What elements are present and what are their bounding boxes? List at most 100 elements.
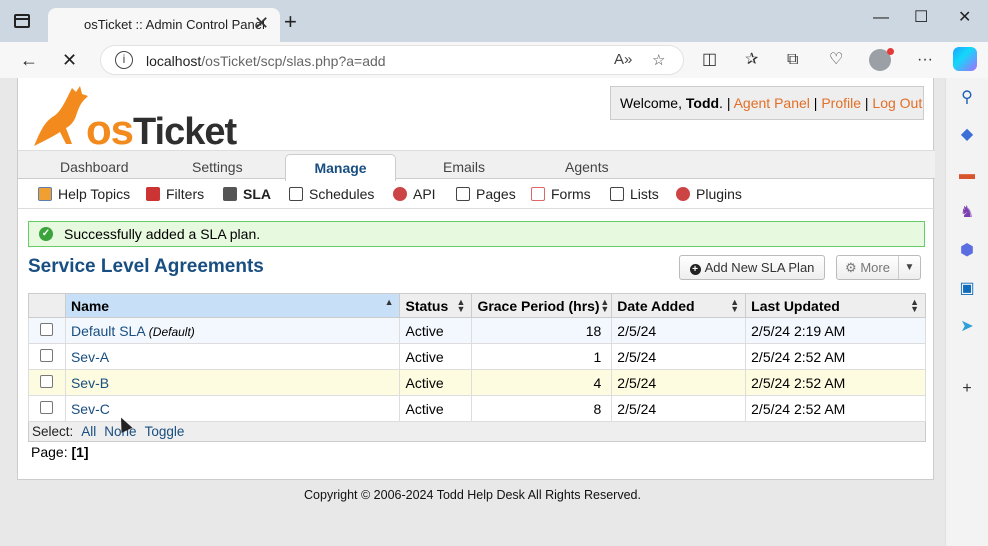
page-footer: Copyright © 2006-2024 Todd Help Desk All… xyxy=(304,488,641,502)
new-tab-icon[interactable]: + xyxy=(284,11,297,33)
tools-icon[interactable]: ▬ xyxy=(956,164,978,186)
sla-name-link[interactable]: Sev-A xyxy=(71,349,109,365)
user-name: Todd xyxy=(685,95,720,111)
tab-agents[interactable]: Agents xyxy=(565,159,609,175)
row-date-added: 2/5/24 xyxy=(611,395,747,422)
url-path: /osTicket/scp/slas.php?a=add xyxy=(201,53,386,69)
split-screen-icon[interactable]: ◫ xyxy=(702,51,717,69)
site-info-icon[interactable]: i xyxy=(115,51,133,69)
outlook-icon[interactable]: ▣ xyxy=(956,278,978,300)
browser-tabstrip: osTicket :: Admin Control Panel ✕ + — ☐ … xyxy=(0,0,988,42)
header-grace-period[interactable]: Grace Period (hrs) ▲ ▼ xyxy=(471,293,613,318)
subnav-sla[interactable]: SLA xyxy=(223,186,271,202)
sort-asc-icon: ▲ xyxy=(384,297,394,307)
subnav-api[interactable]: API xyxy=(393,186,436,202)
tab-close-icon[interactable]: ✕ xyxy=(254,14,269,32)
subnav-forms[interactable]: Forms xyxy=(531,186,591,202)
back-icon[interactable]: ← xyxy=(20,49,38,71)
search-icon[interactable]: ⚲ xyxy=(956,87,978,109)
sla-name-link[interactable]: Default SLA xyxy=(71,323,145,339)
ost-logo[interactable]: osTicket xyxy=(26,82,237,153)
select-all-link[interactable]: All xyxy=(81,424,96,439)
row-status: Active xyxy=(399,317,473,344)
subnav-pages[interactable]: Pages xyxy=(456,186,516,202)
select-toggle-link[interactable]: Toggle xyxy=(145,424,185,439)
header-status[interactable]: Status ▲ ▼ xyxy=(399,293,473,318)
performance-icon[interactable]: ♡ xyxy=(829,51,843,69)
row-last-updated: 2/5/24 2:52 AM xyxy=(745,395,926,422)
games-icon[interactable]: ♞ xyxy=(956,202,978,224)
plus-circle-icon: + xyxy=(689,264,701,275)
header-name[interactable]: Name ▲ xyxy=(64,293,401,318)
sort-icon: ▲ ▼ xyxy=(730,297,740,314)
sla-name-link[interactable]: Sev-B xyxy=(71,375,109,391)
favorite-star-icon[interactable]: ☆ xyxy=(652,51,665,69)
read-aloud-icon[interactable]: A» xyxy=(614,51,632,68)
agent-panel-link[interactable]: Agent Panel xyxy=(734,95,810,111)
row-grace: 4 xyxy=(471,369,613,396)
add-sidebar-app-icon[interactable]: + xyxy=(956,378,978,400)
minimize-icon[interactable]: — xyxy=(873,8,889,28)
tab-emails[interactable]: Emails xyxy=(443,159,485,175)
chevron-down-icon[interactable]: ▼ xyxy=(898,256,920,279)
more-actions-button[interactable]: ⚙ More ▼ xyxy=(836,255,921,280)
sla-table: Name ▲ Status ▲ ▼ Grace Period (hrs) ▲ ▼ Date… xyxy=(28,293,926,442)
tab-dashboard[interactable]: Dashboard xyxy=(60,159,129,175)
page-title: Service Level Agreements xyxy=(28,256,264,277)
user-welcome-box: Welcome, Todd. | Agent Panel | Profile |… xyxy=(610,86,924,120)
row-last-updated: 2/5/24 2:52 AM xyxy=(745,369,926,396)
add-new-sla-button[interactable]: + Add New SLA Plan xyxy=(679,255,825,280)
microsoft365-icon[interactable]: ⬢ xyxy=(956,240,978,262)
notice-text: Successfully added a SLA plan. xyxy=(64,226,261,242)
default-tag: (Default) xyxy=(148,324,195,339)
tab-manage[interactable]: Manage xyxy=(285,154,396,181)
settings-more-icon[interactable]: ··· xyxy=(917,51,933,69)
subnav-help-topics[interactable]: Help Topics xyxy=(38,186,130,202)
sla-icon xyxy=(223,187,237,201)
browser-tab[interactable]: osTicket :: Admin Control Panel ✕ xyxy=(48,8,280,42)
schedules-icon xyxy=(289,187,303,201)
logout-link[interactable]: Log Out xyxy=(872,95,922,111)
subnav-lists[interactable]: Lists xyxy=(610,186,659,202)
current-page: [1] xyxy=(71,444,89,460)
subnav-schedules[interactable]: Schedules xyxy=(289,186,374,202)
shopping-tag-icon[interactable]: ◆ xyxy=(956,124,978,146)
table-row: Default SLA (Default) Active 18 2/5/24 2… xyxy=(28,317,926,344)
row-checkbox[interactable] xyxy=(40,348,54,362)
address-bar[interactable]: i localhost/osTicket/scp/slas.php?a=add … xyxy=(100,45,684,75)
send-icon[interactable]: ➤ xyxy=(956,316,978,338)
forms-icon xyxy=(531,187,545,201)
profile-link[interactable]: Profile xyxy=(821,95,861,111)
copilot-icon[interactable] xyxy=(953,47,977,71)
favorites-icon[interactable]: ✰ xyxy=(745,51,758,69)
header-date-added[interactable]: Date Added ▲ ▼ xyxy=(611,293,747,318)
sla-name-link[interactable]: Sev-C xyxy=(71,401,110,417)
row-last-updated: 2/5/24 2:19 AM xyxy=(745,317,926,344)
subnav-plugins[interactable]: Plugins xyxy=(676,186,742,202)
row-checkbox[interactable] xyxy=(40,374,54,388)
maximize-icon[interactable]: ☐ xyxy=(914,8,928,28)
url-text: localhost/osTicket/scp/slas.php?a=add xyxy=(146,53,386,69)
separator: | xyxy=(864,95,869,111)
tab-settings[interactable]: Settings xyxy=(192,159,243,175)
table-header-row: Name ▲ Status ▲ ▼ Grace Period (hrs) ▲ ▼ Date… xyxy=(28,293,926,318)
api-icon xyxy=(393,187,407,201)
header-select xyxy=(28,293,66,318)
success-notice: ✓ Successfully added a SLA plan. xyxy=(28,221,925,247)
sub-nav: Help Topics Filters SLA Schedules API Pa… xyxy=(18,179,935,209)
sort-icon: ▲ ▼ xyxy=(600,297,610,314)
row-grace: 1 xyxy=(471,343,613,370)
row-date-added: 2/5/24 xyxy=(611,369,747,396)
browser-navbar: ← ✕ i localhost/osTicket/scp/slas.php?a=… xyxy=(0,42,988,78)
header-last-updated[interactable]: Last Updated ▲ ▼ xyxy=(745,293,926,318)
row-checkbox[interactable] xyxy=(40,400,54,414)
stop-loading-icon[interactable]: ✕ xyxy=(62,49,77,71)
close-window-icon[interactable]: ✕ xyxy=(958,8,971,28)
plugins-icon xyxy=(676,187,690,201)
subnav-filters[interactable]: Filters xyxy=(146,186,204,202)
row-checkbox[interactable] xyxy=(40,322,54,336)
tab-actions-menu-icon[interactable] xyxy=(14,14,30,28)
collections-icon[interactable]: ⧉ xyxy=(787,51,798,69)
edge-sidebar: ⚲ ◆ ▬ ♞ ⬢ ▣ ➤ + xyxy=(945,78,988,546)
row-status: Active xyxy=(399,343,473,370)
